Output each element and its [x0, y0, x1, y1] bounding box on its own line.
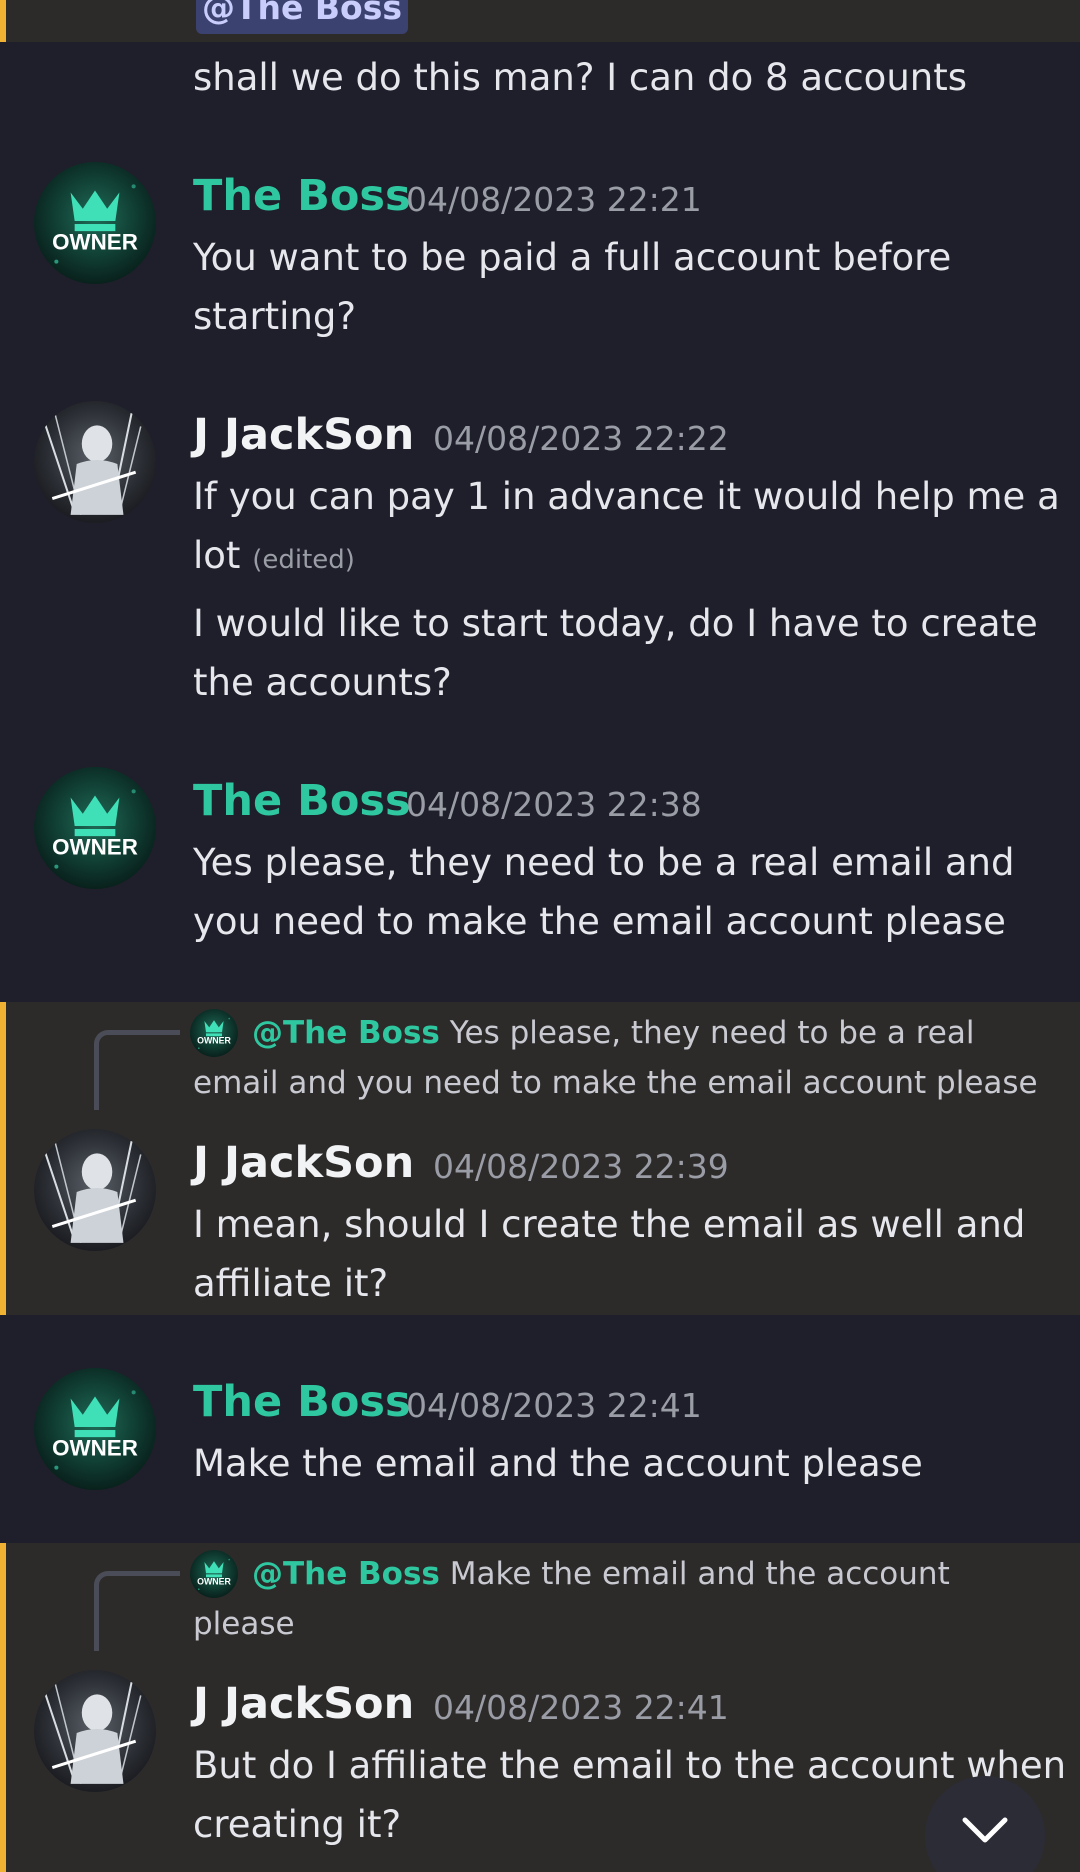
reply-avatar [190, 1550, 238, 1598]
reply-connector [94, 1030, 180, 1110]
message-line: lot (edited) [193, 526, 355, 590]
owner-avatar[interactable] [34, 767, 156, 889]
message-line: the accounts? [193, 661, 452, 704]
chat-screen: @The Boss shall we do this man? I can do… [0, 0, 1080, 1872]
user-avatar[interactable] [34, 1129, 156, 1251]
reply-preview-text: Yes please, they need to be a real [439, 1015, 975, 1051]
message-line: But do I affiliate the email to the acco… [193, 1744, 1067, 1787]
timestamp: 04/08/2023 22:38 [406, 785, 702, 824]
message-line: starting? [193, 295, 357, 338]
message-line: affiliate it? [193, 1262, 389, 1305]
message-line: Make the email and the account please [193, 1442, 923, 1485]
message-line: If you can pay 1 in advance it would hel… [193, 475, 1060, 518]
timestamp: 04/08/2023 22:22 [433, 419, 729, 458]
reply-preview[interactable]: @The Boss Yes please, they need to be a … [252, 1008, 975, 1058]
message-line: Yes please, they need to be a real email… [193, 841, 1015, 884]
reply-preview-line[interactable]: please [193, 1599, 295, 1649]
message-line: you need to make the email account pleas… [193, 900, 1006, 943]
reply-preview-line[interactable]: email and you need to make the email acc… [193, 1058, 1038, 1108]
owner-avatar[interactable] [34, 1368, 156, 1490]
reply-preview-text: Make the email and the account [439, 1556, 950, 1592]
author-name[interactable]: J JackSon [193, 407, 414, 463]
reply-mention: @The Boss [252, 1556, 440, 1592]
mention-highlight-band: @The Boss [0, 0, 1080, 42]
message-line: I would like to start today, do I have t… [193, 602, 1038, 645]
author-name[interactable]: The Boss [193, 1374, 411, 1430]
reply-connector [94, 1571, 180, 1651]
message-line: You want to be paid a full account befor… [193, 236, 952, 279]
message-line: creating it? [193, 1803, 402, 1846]
user-avatar[interactable] [34, 1670, 156, 1792]
mention-chip[interactable]: @The Boss [196, 0, 408, 34]
reply-preview[interactable]: @The Boss Make the email and the account [252, 1549, 950, 1599]
chevron-down-icon [962, 1817, 1008, 1843]
reply-mention: @The Boss [252, 1015, 440, 1051]
timestamp: 04/08/2023 22:41 [406, 1386, 702, 1425]
timestamp: 04/08/2023 22:39 [433, 1147, 729, 1186]
reply-avatar [190, 1009, 238, 1057]
edited-label: (edited) [252, 545, 355, 575]
owner-avatar[interactable] [34, 162, 156, 284]
author-name[interactable]: J JackSon [193, 1676, 414, 1732]
author-name[interactable]: The Boss [193, 773, 411, 829]
author-name[interactable]: The Boss [193, 168, 411, 224]
timestamp: 04/08/2023 22:41 [433, 1688, 729, 1727]
timestamp: 04/08/2023 22:21 [406, 180, 702, 219]
message-line-text: lot [193, 534, 241, 577]
author-name[interactable]: J JackSon [193, 1135, 414, 1191]
user-avatar[interactable] [34, 401, 156, 523]
message-line: I mean, should I create the email as wel… [193, 1203, 1026, 1246]
message-text: shall we do this man? I can do 8 account… [193, 56, 968, 99]
